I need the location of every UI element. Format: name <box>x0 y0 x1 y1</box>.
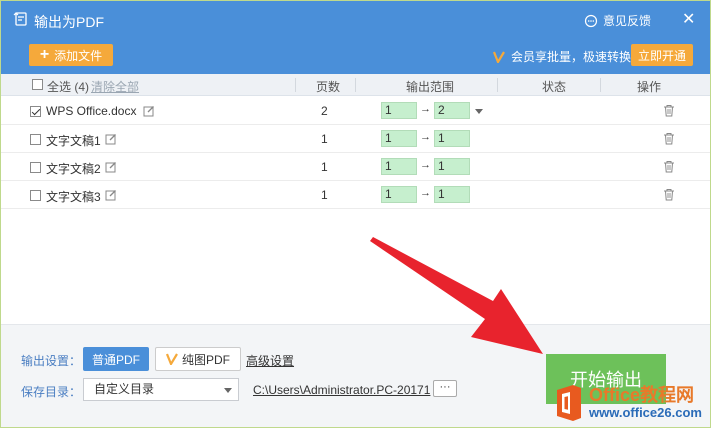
edit-icon[interactable] <box>105 189 117 201</box>
chevron-down-icon <box>224 388 232 393</box>
image-pdf-label: 纯图PDF <box>181 352 230 367</box>
trash-icon[interactable] <box>663 160 675 173</box>
range-from-input[interactable]: 1 <box>381 186 417 203</box>
vip-v-icon <box>165 353 178 365</box>
pdf-export-icon <box>13 12 27 26</box>
close-icon[interactable]: ✕ <box>682 9 698 28</box>
row-checkbox[interactable] <box>30 106 41 117</box>
table-row: 文字文稿3 1 1 → 1 <box>1 181 710 209</box>
range-from-input[interactable]: 1 <box>381 130 417 147</box>
table-row: 文字文稿2 1 1 → 1 <box>1 153 710 181</box>
range-from-input[interactable]: 1 <box>381 158 417 175</box>
table-row: WPS Office.docx 2 1 → 2 <box>1 97 710 125</box>
advanced-settings-link[interactable]: 高级设置 <box>246 352 294 369</box>
plus-icon: + <box>39 46 50 63</box>
watermark: Office教程网 www.office26.com <box>549 379 710 427</box>
file-name: 文字文稿1 <box>46 134 101 148</box>
row-checkbox[interactable] <box>30 190 41 201</box>
export-pdf-dialog: 输出为PDF 意见反馈 ✕ + 添加文件 会员享批量，极速转换 立即开通 全选 … <box>0 0 711 428</box>
status-header: 状态 <box>542 80 567 94</box>
save-dir-select[interactable]: 自定义目录 <box>83 378 239 401</box>
row-checkbox[interactable] <box>30 162 41 173</box>
range-from-input[interactable]: 1 <box>381 102 417 119</box>
column-divider <box>295 78 296 92</box>
page-count: 1 <box>321 132 328 146</box>
browse-more-button[interactable]: ··· <box>433 380 457 397</box>
actions-header: 操作 <box>637 80 662 94</box>
column-divider <box>355 78 356 92</box>
feedback-link[interactable]: 意见反馈 <box>584 12 651 29</box>
trash-icon[interactable] <box>663 188 675 201</box>
file-name: 文字文稿3 <box>46 190 101 204</box>
save-dir-label: 保存目录： <box>21 385 82 399</box>
range-arrow: → <box>420 187 431 199</box>
column-divider <box>600 78 601 92</box>
window-title: 输出为PDF <box>34 14 104 30</box>
range-to-input[interactable]: 2 <box>434 102 470 119</box>
trash-icon[interactable] <box>663 132 675 145</box>
clear-all-link[interactable]: 清除全部 <box>91 78 139 95</box>
range-arrow: → <box>420 131 431 143</box>
range-to-input[interactable]: 1 <box>434 158 470 175</box>
save-path-link[interactable]: C:\Users\Administrator.PC-20171 <box>253 383 430 397</box>
row-checkbox[interactable] <box>30 134 41 145</box>
feedback-label: 意见反馈 <box>603 14 652 28</box>
edit-icon[interactable] <box>105 133 117 145</box>
column-divider <box>497 78 498 92</box>
save-dir-value: 自定义目录 <box>94 382 155 396</box>
table-row: 文字文稿1 1 1 → 1 <box>1 125 710 153</box>
office-logo-icon <box>557 385 581 421</box>
member-promo: 会员享批量，极速转换 <box>493 48 631 65</box>
range-to-input[interactable]: 1 <box>434 130 470 147</box>
range-to-input[interactable]: 1 <box>434 186 470 203</box>
pages-header: 页数 <box>316 80 341 94</box>
member-promo-text: 会员享批量，极速转换 <box>511 50 632 64</box>
select-all-label: 全选 (4) <box>47 80 90 94</box>
add-file-label: 添加文件 <box>54 48 103 63</box>
normal-pdf-button[interactable]: 普通PDF <box>83 347 149 371</box>
edit-icon[interactable] <box>143 105 155 117</box>
watermark-url: www.office26.com <box>589 405 702 420</box>
output-range-header: 输出范围 <box>406 80 455 94</box>
watermark-title: Office教程网 <box>589 385 695 405</box>
file-name: 文字文稿2 <box>46 162 101 176</box>
title-bar: 输出为PDF 意见反馈 ✕ + 添加文件 会员享批量，极速转换 立即开通 <box>1 1 710 74</box>
range-arrow: → <box>420 103 431 115</box>
page-count: 1 <box>321 188 328 202</box>
edit-icon[interactable] <box>105 161 117 173</box>
add-file-button[interactable]: + 添加文件 <box>29 44 113 66</box>
page-count: 2 <box>321 104 328 118</box>
trash-icon[interactable] <box>663 104 675 117</box>
chat-bubble-icon <box>584 14 598 27</box>
page-count: 1 <box>321 160 328 174</box>
vip-v-icon <box>493 50 505 63</box>
image-pdf-button[interactable]: 纯图PDF <box>155 347 241 371</box>
file-name: WPS Office.docx <box>46 104 137 118</box>
table-header: 全选 (4) 清除全部 页数 输出范围 状态 操作 <box>1 74 710 96</box>
output-settings-label: 输出设置： <box>21 354 82 368</box>
select-all-checkbox[interactable] <box>32 79 43 90</box>
chevron-down-icon[interactable] <box>475 109 483 114</box>
range-arrow: → <box>420 159 431 171</box>
open-membership-button[interactable]: 立即开通 <box>631 44 693 66</box>
